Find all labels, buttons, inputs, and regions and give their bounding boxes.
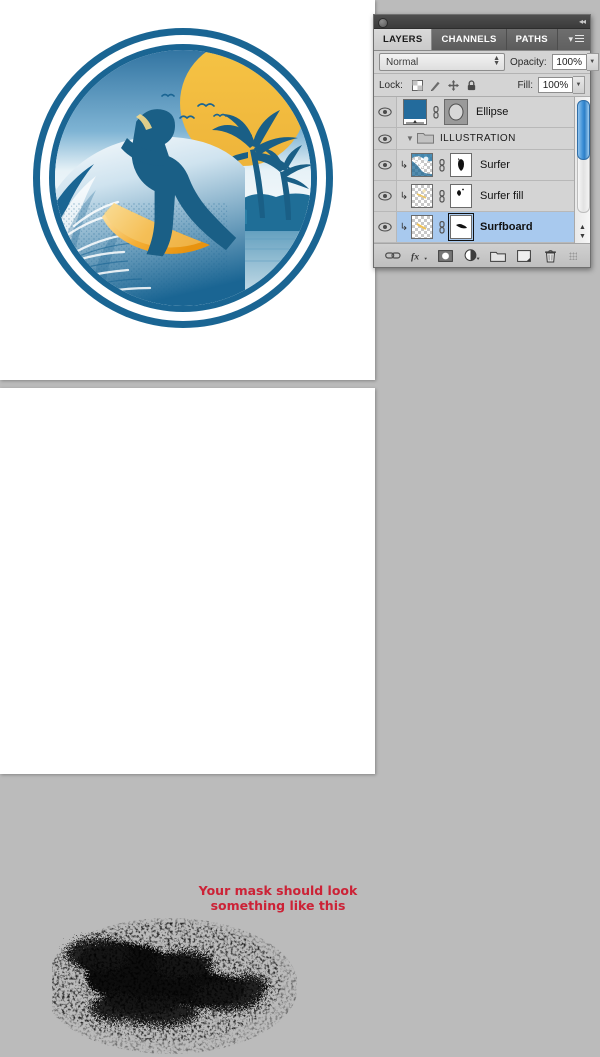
folder-icon	[417, 131, 434, 147]
layers-panel-footer[interactable]: fx	[374, 243, 590, 267]
layer-row[interactable]: ↳ Surfboard	[374, 212, 590, 243]
tab-channels[interactable]: CHANNELS	[432, 29, 506, 50]
layer-name[interactable]: ILLUSTRATION	[440, 133, 516, 144]
lock-all-icon[interactable]	[466, 80, 477, 91]
fill-chevron-down-icon[interactable]: ▼	[573, 76, 585, 94]
scrollbar-buttons[interactable]: ▲ ▼	[577, 223, 588, 241]
eye-icon	[378, 191, 392, 201]
layer-name[interactable]: Surfer	[480, 159, 510, 171]
new-layer-icon[interactable]	[516, 248, 532, 264]
layer-name[interactable]: Surfer fill	[480, 190, 523, 202]
layer-visibility-toggle[interactable]	[374, 97, 397, 127]
layer-styles-fx-icon[interactable]: fx	[411, 248, 427, 264]
fill-label: Fill:	[517, 80, 533, 91]
lock-image-pixels-icon[interactable]	[430, 80, 441, 91]
link-layer-mask-icon[interactable]	[430, 106, 441, 119]
opacity-chevron-down-icon[interactable]: ▼	[587, 53, 599, 71]
layer-visibility-toggle[interactable]	[374, 128, 397, 149]
layers-scrollbar[interactable]: ▲ ▼	[574, 97, 590, 243]
opacity-label: Opacity:	[510, 57, 547, 68]
layer-row[interactable]: ▼ ILLUSTRATION	[374, 128, 590, 150]
vector-mask-thumbnail[interactable]	[444, 99, 468, 125]
new-adjustment-layer-icon[interactable]	[464, 248, 480, 264]
layer-visibility-toggle[interactable]	[374, 212, 397, 242]
layers-panel[interactable]: ◂◂ LAYERS CHANNELS PATHS ▾ Normal ▲▼ Opa…	[373, 14, 591, 268]
collapse-to-icons-icon[interactable]: ◂◂	[579, 17, 585, 26]
eye-icon	[378, 134, 392, 144]
layer-thumbnail[interactable]	[411, 153, 433, 177]
panel-titlebar[interactable]: ◂◂	[374, 15, 590, 29]
svg-text:fx: fx	[411, 251, 419, 262]
layer-mask-thumbnail[interactable]	[450, 215, 472, 239]
blend-mode-chevron-icon[interactable]: ▲▼	[493, 56, 500, 66]
chain-link-icon	[438, 159, 446, 172]
annotation-line-2: something like this	[188, 899, 368, 914]
layer-row[interactable]: ↳	[374, 150, 590, 181]
scrollbar-thumb[interactable]	[577, 100, 590, 160]
chain-link-icon	[432, 106, 440, 119]
panel-menu-icon[interactable]: ▾	[568, 29, 590, 50]
fill-input[interactable]: 100%	[538, 77, 573, 93]
layer-thumbnail[interactable]	[403, 99, 427, 125]
link-layer-mask-icon[interactable]	[436, 221, 447, 234]
layer-visibility-toggle[interactable]	[374, 150, 397, 180]
layer-thumbnail[interactable]	[411, 215, 433, 239]
blend-mode-value: Normal	[386, 57, 418, 68]
fill-control[interactable]: 100% ▼	[538, 76, 585, 94]
add-layer-mask-icon[interactable]	[438, 248, 454, 264]
tab-layers[interactable]: LAYERS	[374, 29, 432, 50]
layer-row[interactable]: Ellipse	[374, 97, 590, 128]
spray-splatter-mask-preview	[52, 912, 297, 1057]
layer-row[interactable]: ↳ Surfer fill	[374, 181, 590, 212]
opacity-input[interactable]: 100%	[552, 54, 587, 70]
layer-thumbnail[interactable]	[411, 184, 433, 208]
annotation-text: Your mask should look something like thi…	[188, 884, 368, 913]
surf-badge-illustration	[28, 18, 338, 338]
layer-visibility-toggle[interactable]	[374, 181, 397, 211]
lock-position-icon[interactable]	[448, 80, 459, 91]
lock-transparent-pixels-icon[interactable]	[412, 80, 423, 91]
panel-close-dot-icon[interactable]	[378, 18, 388, 28]
layer-name[interactable]: Ellipse	[476, 106, 508, 118]
blend-mode-select[interactable]: Normal ▲▼	[379, 53, 505, 71]
lock-buttons[interactable]	[412, 80, 477, 91]
layer-mask-thumbnail[interactable]	[450, 184, 472, 208]
opacity-control[interactable]: 100% ▼	[552, 53, 599, 71]
scroll-up-arrow-icon[interactable]: ▲	[579, 223, 586, 232]
document-window-top[interactable]	[0, 0, 375, 380]
tabs-filler	[558, 29, 569, 50]
blend-options-row[interactable]: Normal ▲▼ Opacity: 100% ▼	[374, 51, 590, 73]
layer-list[interactable]: Ellipse ▼ ILLUSTRATION	[374, 96, 590, 243]
clipping-mask-arrow-icon: ↳	[397, 222, 411, 233]
delete-layer-icon[interactable]	[543, 248, 559, 264]
group-disclosure-triangle-icon[interactable]: ▼	[403, 134, 417, 143]
document-window-bottom[interactable]: Your mask should look something like thi…	[0, 388, 375, 774]
layer-name[interactable]: Surfboard	[480, 221, 533, 233]
new-group-icon[interactable]	[490, 248, 506, 264]
link-layer-mask-icon[interactable]	[436, 159, 447, 172]
panel-tabs[interactable]: LAYERS CHANNELS PATHS ▾	[374, 29, 590, 51]
lock-options-row[interactable]: Lock: Fill: 100% ▼	[374, 73, 590, 96]
eye-icon	[378, 107, 392, 117]
eye-icon	[378, 222, 392, 232]
chain-link-icon	[438, 190, 446, 203]
panel-resize-grip[interactable]	[569, 252, 577, 260]
annotation-line-1: Your mask should look	[188, 884, 368, 899]
link-layer-mask-icon[interactable]	[436, 190, 447, 203]
eye-icon	[378, 160, 392, 170]
clipping-mask-arrow-icon: ↳	[397, 160, 411, 171]
layer-mask-thumbnail[interactable]	[450, 153, 472, 177]
lock-label: Lock:	[379, 80, 403, 91]
tab-paths[interactable]: PATHS	[507, 29, 558, 50]
chain-link-icon	[438, 221, 446, 234]
clipping-mask-arrow-icon: ↳	[397, 191, 411, 202]
link-layers-icon[interactable]	[385, 248, 401, 264]
scroll-down-arrow-icon[interactable]: ▼	[579, 232, 586, 241]
